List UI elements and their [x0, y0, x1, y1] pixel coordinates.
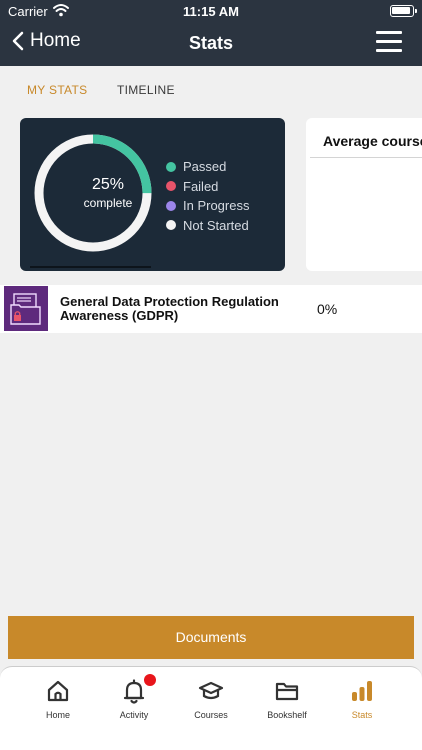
page-title: Stats	[188, 33, 233, 53]
legend-item-passed: Passed	[166, 157, 249, 177]
tab-my-stats[interactable]: MY STATS	[27, 83, 87, 97]
bar-chart-icon	[352, 681, 372, 701]
legend-dot-failed	[166, 181, 176, 192]
folder-icon	[275, 682, 299, 701]
progress-subtitle: complete	[83, 196, 133, 210]
navigation-bar: Home Stats	[0, 22, 422, 66]
legend-label-in-progress: In Progress	[183, 198, 250, 214]
stats-tabs: MY STATS TIMELINE	[0, 78, 422, 102]
tab-timeline[interactable]: TIMELINE	[117, 83, 175, 97]
hamburger-menu-icon[interactable]	[376, 31, 402, 53]
clock: 11:15 AM	[183, 4, 239, 19]
graduation-cap-icon	[198, 681, 224, 700]
battery-icon	[390, 5, 417, 17]
tab-bookshelf-label: Bookshelf	[267, 710, 307, 720]
tab-activity-label: Activity	[119, 710, 149, 720]
documents-button[interactable]: Documents	[8, 616, 414, 659]
card-scroll-indicator	[30, 266, 151, 268]
legend-label-passed: Passed	[183, 159, 227, 175]
course-row[interactable]: General Data Protection Regulation Aware…	[0, 285, 422, 333]
course-percent: 0%	[317, 301, 338, 317]
tab-courses-label: Courses	[194, 710, 228, 720]
legend-label-not-started: Not Started	[183, 217, 249, 233]
tab-home-label: Home	[45, 710, 70, 720]
legend-label-failed: Failed	[183, 178, 219, 194]
tab-home[interactable]: Home	[20, 667, 96, 727]
legend-dot-in-progress	[166, 200, 176, 211]
progress-percent: 25%	[91, 176, 125, 193]
divider	[310, 157, 422, 158]
legend-dot-passed	[166, 161, 176, 172]
legend-dot-not-started	[166, 220, 176, 231]
legend-item-not-started: Not Started	[166, 216, 249, 236]
tab-courses[interactable]: Courses	[173, 667, 249, 727]
bottom-tab-bar: Home Activity Courses Bookshelf Stats	[0, 666, 422, 750]
course-title: General Data Protection Regulation Aware…	[60, 294, 279, 323]
notification-badge	[144, 674, 156, 686]
legend-item-in-progress: In Progress	[166, 196, 249, 216]
home-icon	[47, 680, 69, 702]
status-bar: Carrier 11:15 AM	[0, 0, 422, 22]
tab-activity[interactable]: Activity	[96, 667, 172, 727]
folder-lock-icon	[4, 286, 48, 331]
legend-item-failed: Failed	[166, 177, 249, 197]
tab-stats-label: Stats	[351, 710, 373, 720]
progress-card: 25% complete Passed Failed In Progress N…	[20, 118, 285, 271]
progress-legend: Passed Failed In Progress Not Started	[166, 157, 249, 235]
average-score-title: Average course score	[323, 133, 422, 149]
tab-bookshelf[interactable]: Bookshelf	[249, 667, 325, 727]
bell-icon	[123, 679, 145, 704]
tab-stats[interactable]: Stats	[324, 667, 400, 727]
average-score-card[interactable]: Average course score	[306, 118, 422, 271]
